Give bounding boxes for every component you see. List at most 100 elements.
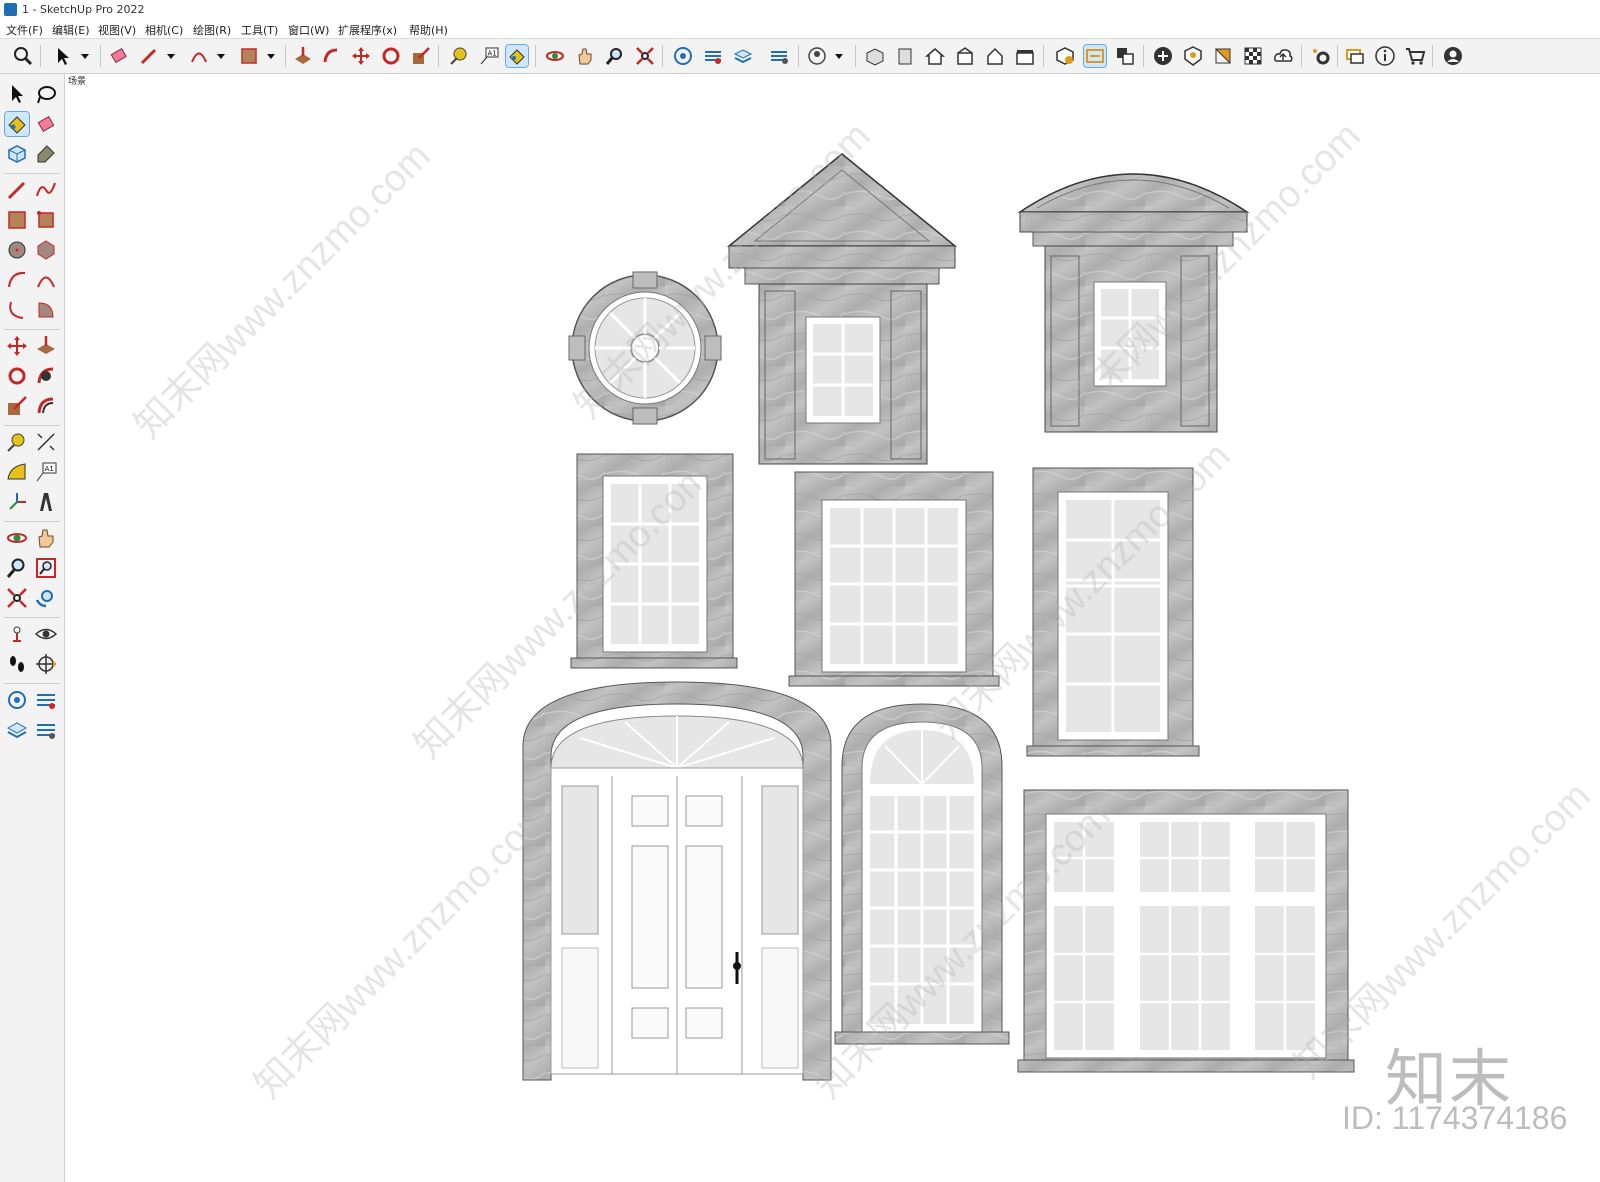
scale-icon[interactable]: [5, 394, 29, 418]
zoom-extents-icon[interactable]: [634, 45, 656, 67]
rectangle-icon[interactable]: [5, 208, 29, 232]
arc-icon[interactable]: [188, 45, 210, 67]
iso-view-icon[interactable]: [864, 45, 886, 67]
model-viewport[interactable]: [65, 86, 1600, 1182]
zoom-window-icon[interactable]: [34, 556, 58, 580]
component-options-icon[interactable]: [1054, 45, 1076, 67]
rotate-icon[interactable]: [380, 45, 402, 67]
warehouse-icon[interactable]: [5, 688, 29, 712]
component-attributes-icon[interactable]: [1083, 44, 1107, 68]
select-icon[interactable]: [52, 45, 74, 67]
paint-bucket-icon[interactable]: [4, 111, 30, 137]
gear-icon[interactable]: [1310, 45, 1332, 67]
arched-tall-window[interactable]: [834, 703, 1010, 1045]
zoom-icon[interactable]: [5, 556, 29, 580]
menu-extensions[interactable]: 扩展程序(x): [338, 22, 397, 38]
pencil-icon[interactable]: [138, 45, 160, 67]
follow-me-icon[interactable]: [34, 364, 58, 388]
chat-icon[interactable]: [1344, 45, 1366, 67]
info-icon[interactable]: [1374, 45, 1396, 67]
menu-camera[interactable]: 相机(C): [145, 22, 183, 38]
warehouse-icon[interactable]: [672, 45, 694, 67]
lasso-icon[interactable]: [34, 82, 58, 106]
rectangle-icon[interactable]: [238, 45, 260, 67]
chevron-down-icon[interactable]: [828, 45, 850, 67]
previous-view-icon[interactable]: [34, 586, 58, 610]
add-location-icon[interactable]: [1152, 45, 1174, 67]
front-view-icon[interactable]: [924, 45, 946, 67]
paint-bucket-icon[interactable]: [505, 44, 529, 68]
position-camera-icon[interactable]: [5, 622, 29, 646]
left-view-icon[interactable]: [1014, 45, 1036, 67]
zoom-extents-icon[interactable]: [5, 586, 29, 610]
menu-tools[interactable]: 工具(T): [241, 22, 278, 38]
orbit-icon[interactable]: [5, 526, 29, 550]
dimension-icon[interactable]: [34, 430, 58, 454]
pie-icon[interactable]: [34, 298, 58, 322]
text-icon[interactable]: A1: [34, 460, 58, 484]
cart-icon[interactable]: [1404, 45, 1426, 67]
extension-warehouse-icon[interactable]: [34, 688, 58, 712]
circle-icon[interactable]: [5, 238, 29, 262]
chevron-down-icon[interactable]: [160, 45, 182, 67]
offset-icon[interactable]: [34, 394, 58, 418]
pencil-icon[interactable]: [5, 178, 29, 202]
move-icon[interactable]: [5, 334, 29, 358]
menu-window[interactable]: 窗口(W): [288, 22, 329, 38]
arched-pediment-window[interactable]: [1017, 173, 1250, 433]
section-plane-icon[interactable]: [34, 652, 58, 676]
chevron-down-icon[interactable]: [210, 45, 232, 67]
wide-casement-window[interactable]: [1017, 789, 1355, 1073]
pan-icon[interactable]: [574, 45, 596, 67]
chevron-down-icon[interactable]: [260, 45, 282, 67]
make-component-icon[interactable]: [5, 142, 29, 166]
menu-file[interactable]: 文件(F): [6, 22, 43, 38]
tape-measure-icon[interactable]: [448, 45, 470, 67]
photo-texture-icon[interactable]: [1212, 45, 1234, 67]
rotate-icon[interactable]: [5, 364, 29, 388]
tag-icon[interactable]: [34, 142, 58, 166]
extension-warehouse-icon[interactable]: [702, 45, 724, 67]
follow-me-icon[interactable]: [320, 45, 342, 67]
menu-draw[interactable]: 绘图(R): [193, 22, 231, 38]
pan-icon[interactable]: [34, 526, 58, 550]
3d-text-icon[interactable]: [34, 490, 58, 514]
extension-manager-icon[interactable]: [34, 718, 58, 742]
freehand-icon[interactable]: [34, 178, 58, 202]
eraser-icon[interactable]: [108, 45, 130, 67]
pediment-window[interactable]: [726, 153, 958, 465]
text-icon[interactable]: A1: [478, 45, 500, 67]
move-icon[interactable]: [350, 45, 372, 67]
menu-edit[interactable]: 编辑(E): [52, 22, 90, 38]
menu-help[interactable]: 帮助(H): [409, 22, 448, 38]
push-pull-icon[interactable]: [292, 45, 314, 67]
push-pull-icon[interactable]: [34, 334, 58, 358]
checker-icon[interactable]: [1242, 45, 1264, 67]
rotated-rectangle-icon[interactable]: [34, 208, 58, 232]
interact-icon[interactable]: [1114, 45, 1136, 67]
three-point-arc-icon[interactable]: [5, 298, 29, 322]
user-icon[interactable]: [806, 45, 828, 67]
geo-location-icon[interactable]: [1182, 45, 1204, 67]
menu-view[interactable]: 视图(V): [98, 22, 136, 38]
two-point-arc-icon[interactable]: [34, 268, 58, 292]
top-view-icon[interactable]: [894, 45, 916, 67]
protractor-icon[interactable]: [5, 460, 29, 484]
layers-icon[interactable]: [732, 45, 754, 67]
cloud-upload-icon[interactable]: [1272, 45, 1294, 67]
tall-window[interactable]: [1026, 467, 1200, 757]
scale-icon[interactable]: [410, 45, 432, 67]
eraser-icon[interactable]: [34, 112, 58, 136]
walk-icon[interactable]: [5, 652, 29, 676]
zoom-icon[interactable]: [604, 45, 626, 67]
account-icon[interactable]: [1442, 45, 1464, 67]
look-around-icon[interactable]: [34, 622, 58, 646]
arc-icon[interactable]: [5, 268, 29, 292]
back-view-icon[interactable]: [984, 45, 1006, 67]
tape-measure-icon[interactable]: [5, 430, 29, 454]
orbit-icon[interactable]: [544, 45, 566, 67]
axes-icon[interactable]: [5, 490, 29, 514]
round-window[interactable]: [568, 271, 722, 425]
sash-window-small[interactable]: [570, 453, 738, 669]
select-icon[interactable]: [5, 82, 29, 106]
